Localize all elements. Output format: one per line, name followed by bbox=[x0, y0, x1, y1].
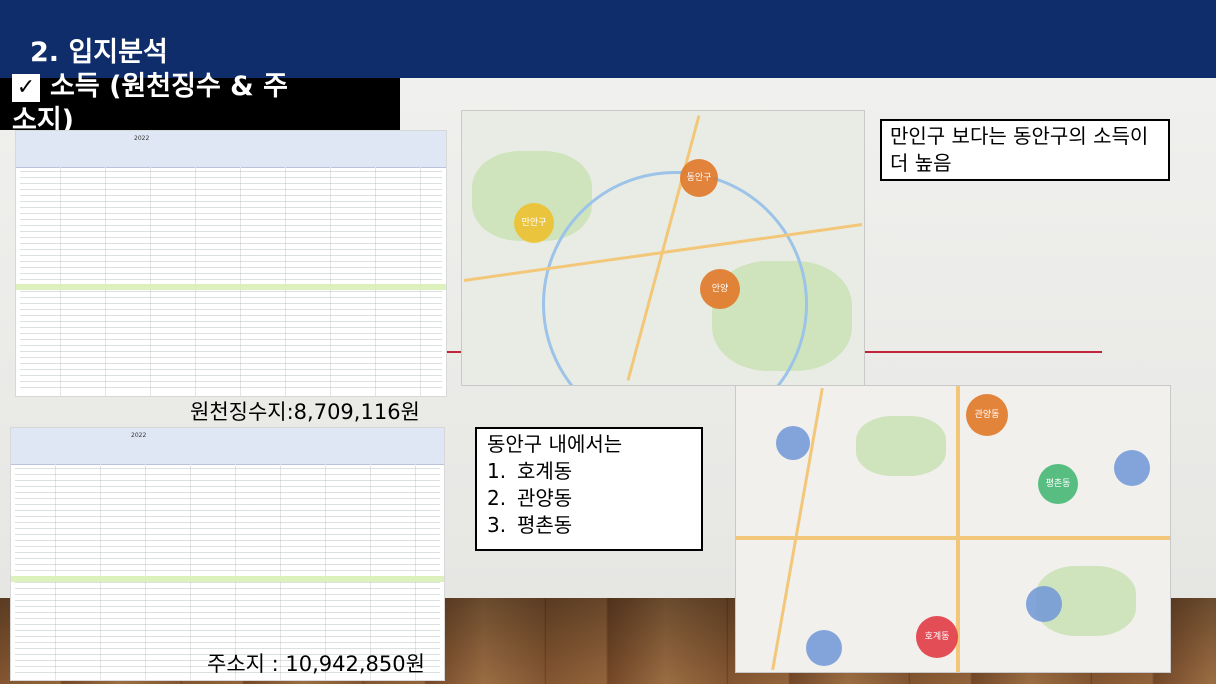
table-row-highlight bbox=[16, 284, 446, 290]
slide-subtitle: ✓ 소득 (원천징수 & 주소지) bbox=[12, 70, 312, 138]
list-item: 3. 평촌동 bbox=[487, 513, 573, 537]
map-bubble: 안양 bbox=[700, 269, 740, 309]
list-item: 2. 관양동 bbox=[487, 486, 573, 510]
map-bubble: 호계동 bbox=[916, 616, 958, 658]
conclusion-note: 만인구 보다는 동안구의 소득이 더 높음 bbox=[880, 119, 1170, 181]
ranking-title: 동안구 내에서는 bbox=[487, 432, 623, 456]
table-header: 2022 bbox=[11, 428, 444, 465]
address-caption: 주소지 : 10,942,850원 bbox=[207, 652, 425, 676]
map-bubble: 평촌동 bbox=[1038, 464, 1078, 504]
table-year: 2022 bbox=[131, 432, 147, 439]
table-year: 2022 bbox=[134, 135, 150, 142]
slide-title: 2. 입지분석 bbox=[30, 37, 168, 68]
withholding-income-table: 2022 bbox=[15, 130, 447, 397]
map-bubble: 관양동 bbox=[966, 394, 1008, 436]
subtitle-text: 소득 (원천징수 & 주소지) bbox=[12, 71, 288, 136]
table-row-highlight bbox=[11, 576, 444, 582]
table-header: 2022 bbox=[16, 131, 446, 168]
map-bubble: 동안구 bbox=[680, 159, 718, 197]
dong-map: 관양동 평촌동 호계동 bbox=[735, 385, 1171, 673]
district-map: 만안구 동안구 안양 bbox=[461, 110, 865, 386]
checkbox-icon: ✓ bbox=[12, 73, 40, 102]
ranking-list: 1. 호계동 2. 관양동 3. 평촌동 bbox=[487, 458, 691, 539]
list-item: 1. 호계동 bbox=[487, 459, 573, 483]
map-bubble: 만안구 bbox=[514, 203, 554, 243]
header-bar bbox=[0, 0, 1216, 78]
withholding-caption: 원천징수지:8,709,116원 bbox=[190, 400, 420, 424]
address-income-table: 2022 bbox=[10, 427, 445, 681]
ranking-note: 동안구 내에서는 1. 호계동 2. 관양동 3. 평촌동 bbox=[475, 427, 703, 551]
